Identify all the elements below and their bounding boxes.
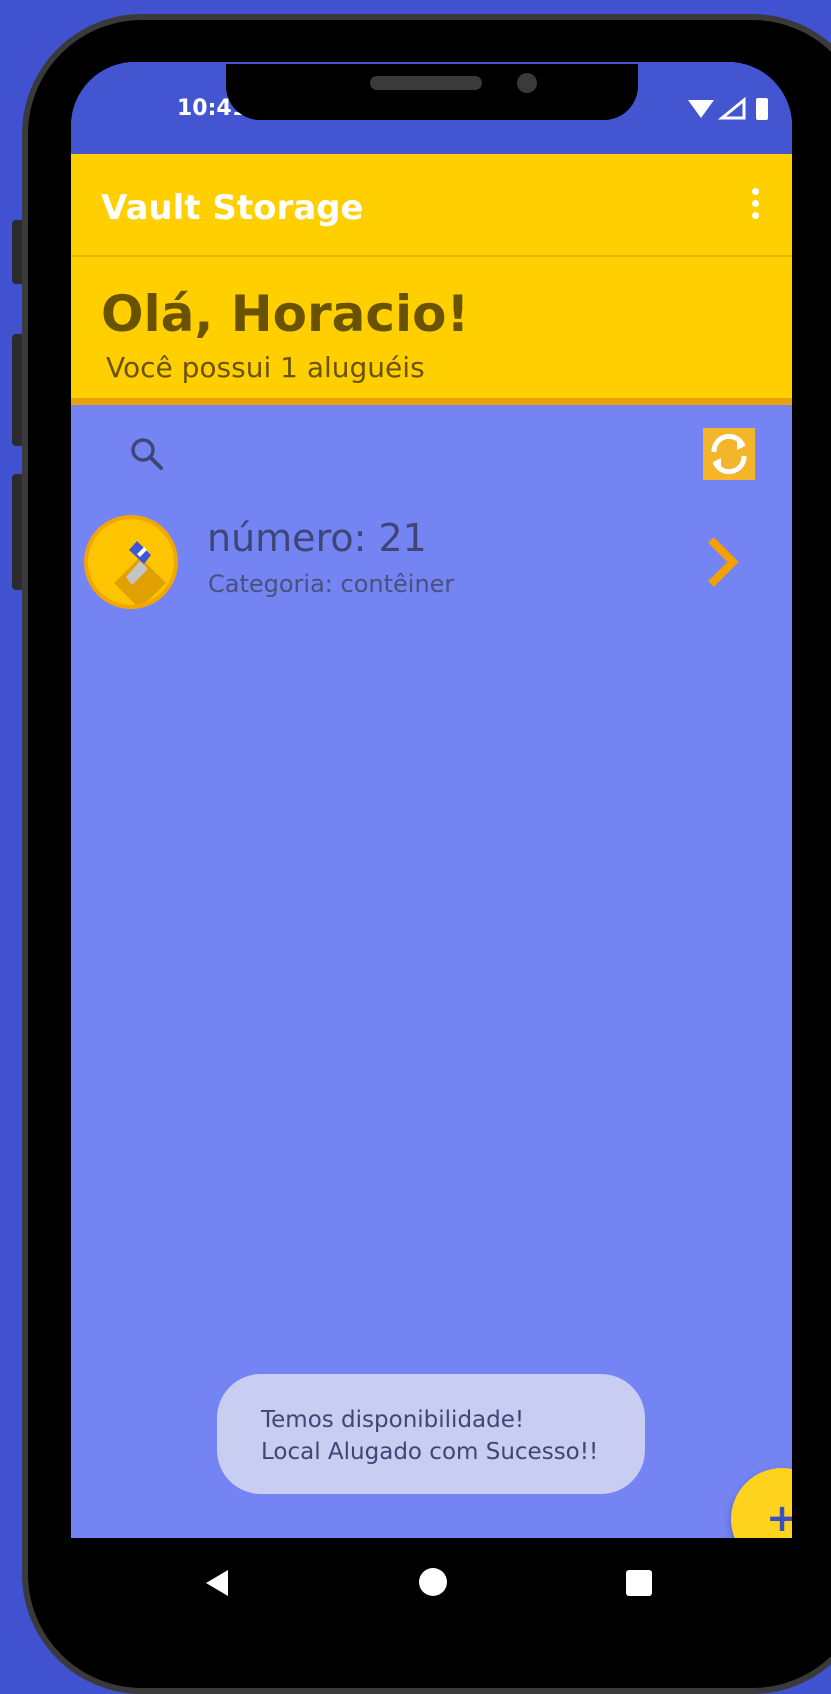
- rental-list-item[interactable]: número: 21 Categoria: contêiner: [71, 512, 792, 616]
- refresh-icon[interactable]: [703, 428, 755, 480]
- app-bar: Vault Storage: [71, 154, 792, 257]
- key-icon-glyph: [114, 541, 166, 605]
- greeting-panel: Olá, Horacio! Você possui 1 aluguéis: [71, 257, 792, 405]
- status-icons: [688, 96, 768, 120]
- recent-apps-icon[interactable]: [626, 1570, 652, 1596]
- signal-icon: [717, 96, 746, 120]
- greeting-title: Olá, Horacio!: [101, 285, 470, 343]
- rental-category: Categoria: contêiner: [208, 570, 455, 598]
- rental-number: número: 21: [207, 516, 427, 560]
- key-icon: [84, 515, 178, 609]
- add-rental-button[interactable]: +: [731, 1468, 792, 1538]
- front-camera: [517, 73, 537, 93]
- chevron-right-icon[interactable]: [703, 536, 743, 588]
- success-toast: Temos disponibilidade! Local Alugado com…: [217, 1374, 645, 1494]
- app-screen: 10:41 Vault Storage Olá, Horacio! Você p…: [71, 62, 792, 1538]
- home-icon[interactable]: [419, 1568, 447, 1596]
- toast-line-1: Temos disponibilidade!: [261, 1407, 525, 1433]
- system-navigation-bar: [71, 1538, 792, 1630]
- phone-speaker: [370, 76, 482, 90]
- wifi-icon: [688, 100, 714, 118]
- back-icon[interactable]: [206, 1570, 230, 1596]
- overflow-menu-icon[interactable]: [748, 188, 762, 224]
- toast-line-2: Local Alugado com Sucesso!!: [261, 1439, 599, 1465]
- phone-notch: [226, 64, 638, 120]
- rentals-count-text: Você possui 1 aluguéis: [106, 351, 425, 384]
- app-title: Vault Storage: [101, 188, 364, 228]
- search-icon[interactable]: [129, 436, 165, 472]
- battery-icon: [756, 98, 768, 120]
